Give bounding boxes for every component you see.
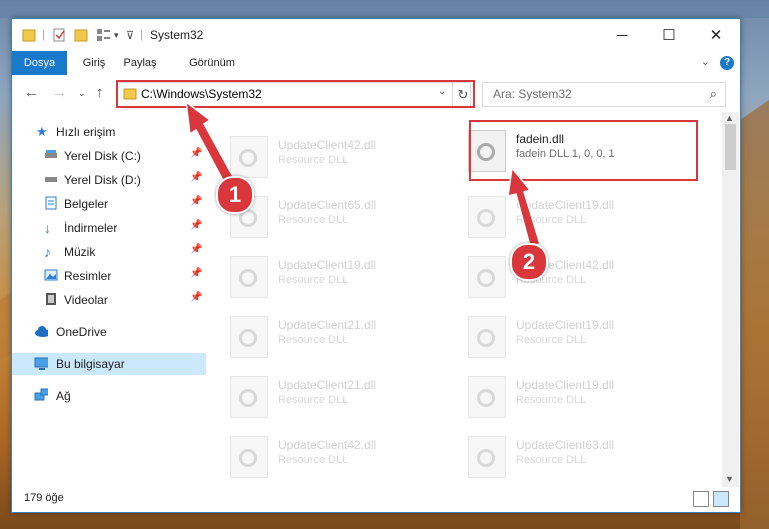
annotation-arrows — [185, 100, 541, 247]
step-badge-2: 2 — [510, 243, 548, 281]
step-badge-1: 1 — [216, 176, 254, 214]
arrow-to-file — [507, 166, 541, 247]
arrow-to-address-bar — [185, 100, 238, 187]
